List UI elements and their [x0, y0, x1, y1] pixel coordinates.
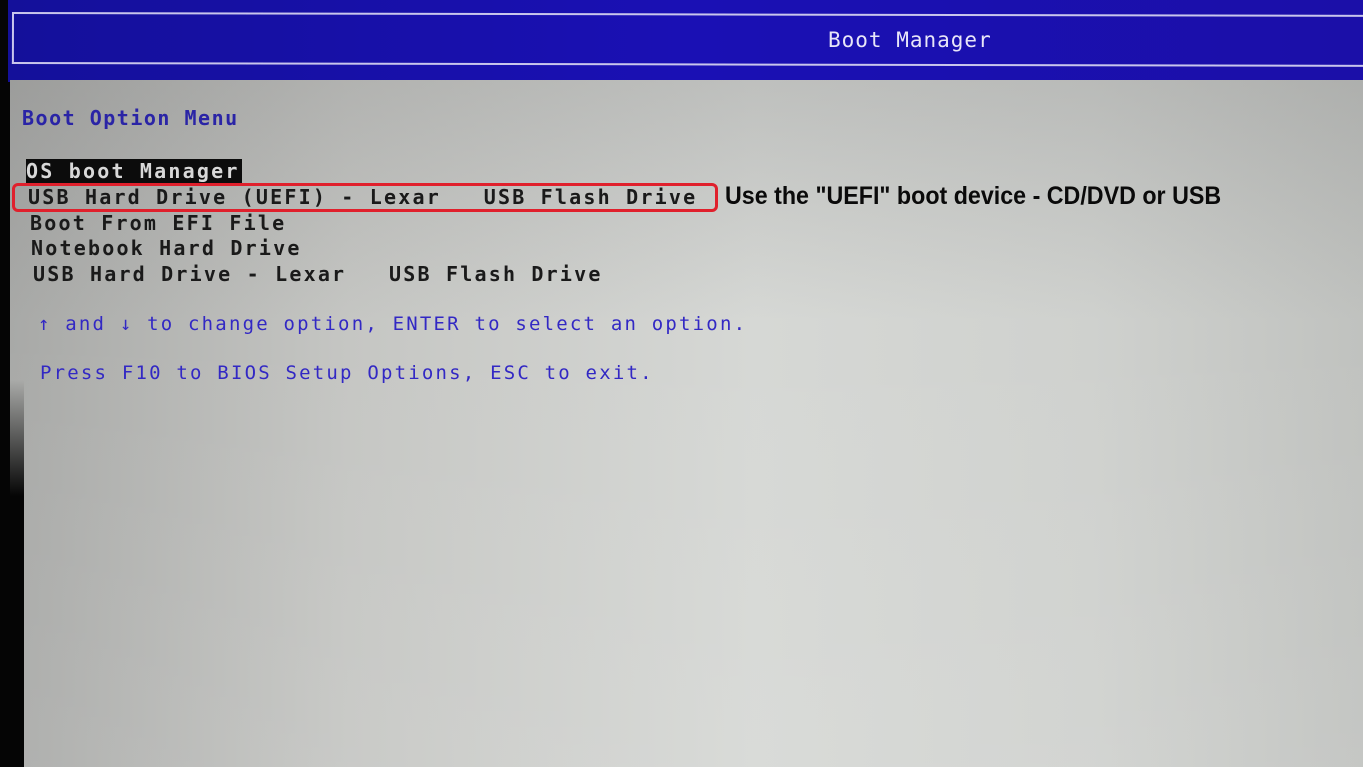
setup-hint: Press F10 to BIOS Setup Options, ESC to …	[40, 362, 654, 384]
header-frame	[11, 12, 1363, 67]
navigation-hint: ↑ and ↓ to change option, ENTER to selec…	[38, 313, 748, 335]
bios-screen: Boot Manager Boot Option Menu OS boot Ma…	[0, 0, 1363, 767]
boot-option-os-boot-manager[interactable]: OS boot Manager	[26, 159, 242, 183]
screen-bezel	[0, 380, 24, 767]
annotation-highlight-box	[12, 183, 718, 212]
menu-title: Boot Option Menu	[22, 106, 239, 130]
boot-option-efi-file[interactable]: Boot From EFI File	[30, 211, 286, 235]
boot-option-usb-legacy[interactable]: USB Hard Drive - Lexar USB Flash Drive	[33, 262, 603, 286]
annotation-text: Use the "UEFI" boot device - CD/DVD or U…	[725, 182, 1222, 210]
boot-option-notebook-hdd[interactable]: Notebook Hard Drive	[31, 236, 302, 260]
page-title: Boot Manager	[828, 28, 992, 52]
